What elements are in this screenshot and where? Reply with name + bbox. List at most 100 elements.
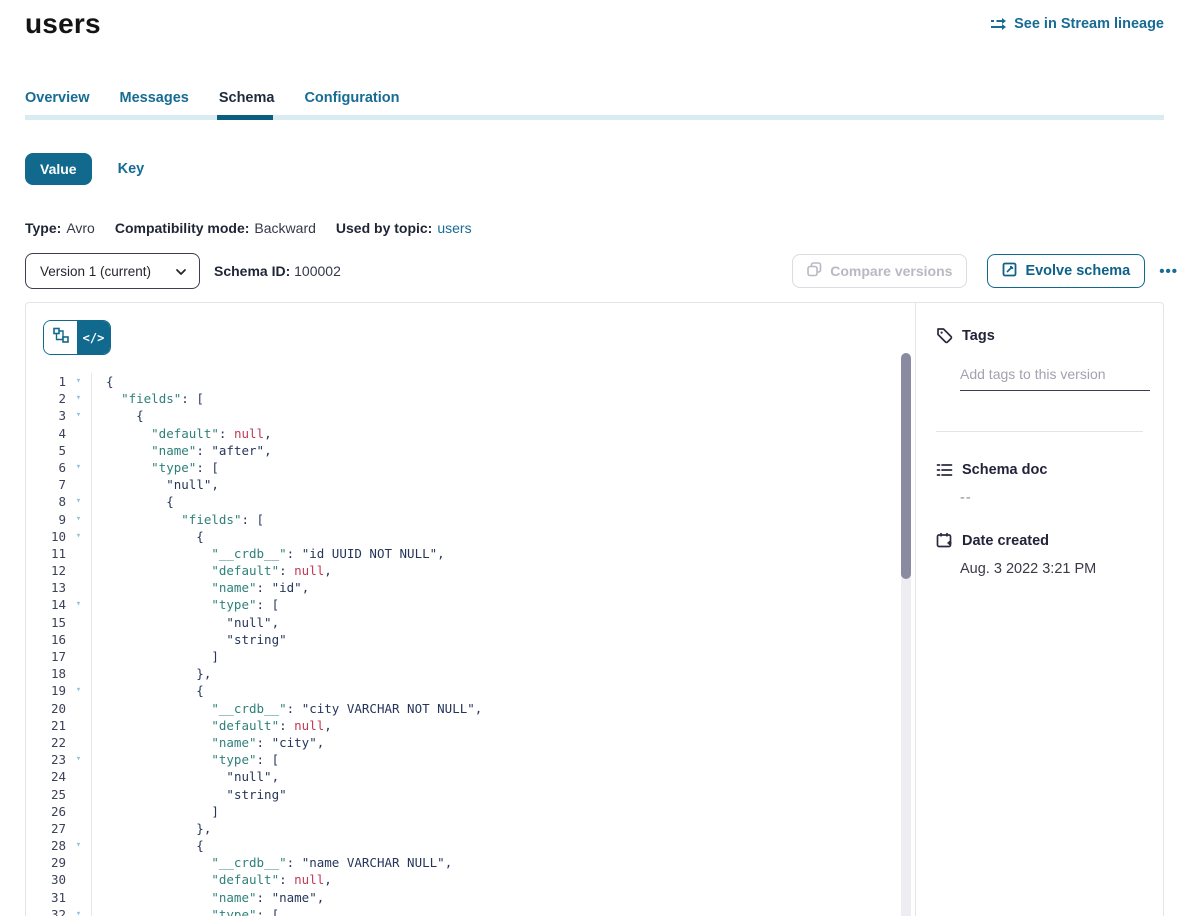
tab-schema[interactable]: Schema <box>219 90 275 116</box>
code-text[interactable]: "default": null, <box>92 562 332 579</box>
edit-icon <box>1002 262 1017 281</box>
code-text[interactable]: }, <box>92 820 211 837</box>
code-text[interactable]: "name": "after", <box>92 442 272 459</box>
code-text[interactable]: ] <box>92 803 219 820</box>
code-text[interactable]: "null", <box>92 768 279 785</box>
line-number: 1 <box>26 373 66 390</box>
code-line: 15 "null", <box>26 614 886 631</box>
code-line: 8▾ { <box>26 493 886 510</box>
version-select[interactable]: Version 1 (current) <box>25 253 200 289</box>
line-number: 16 <box>26 631 66 648</box>
code-text[interactable]: "null", <box>92 614 279 631</box>
code-text[interactable]: }, <box>92 665 211 682</box>
code-text[interactable]: "__crdb__": "id UUID NOT NULL", <box>92 545 445 562</box>
line-number: 9 <box>26 511 66 528</box>
schema-page: users See in Stream lineage Overview Mess… <box>0 0 1189 916</box>
code-text[interactable]: "__crdb__": "name VARCHAR NULL", <box>92 854 452 871</box>
code-text[interactable]: { <box>92 528 204 545</box>
topic-link[interactable]: users <box>437 220 471 236</box>
line-number: 29 <box>26 854 66 871</box>
line-number: 20 <box>26 700 66 717</box>
code-text[interactable]: { <box>92 837 204 854</box>
code-text[interactable]: { <box>92 682 204 699</box>
fold-toggle-icon[interactable]: ▾ <box>66 390 91 407</box>
fold-toggle-icon[interactable]: ▾ <box>66 596 91 613</box>
code-text[interactable]: "default": null, <box>92 717 332 734</box>
line-number: 19 <box>26 682 66 699</box>
fold-toggle-icon[interactable]: ▾ <box>66 906 91 916</box>
fold-toggle-icon[interactable]: ▾ <box>66 837 91 854</box>
tab-messages[interactable]: Messages <box>120 90 189 116</box>
code-text[interactable]: "string" <box>92 786 287 803</box>
code-view-button[interactable]: </> <box>77 321 110 354</box>
editor-view-toggle: </> <box>43 320 111 355</box>
tab-bar: Overview Messages Schema Configuration <box>25 90 400 116</box>
add-tags-input[interactable] <box>960 366 1150 391</box>
code-line: 30 "default": null, <box>26 871 886 888</box>
code-text[interactable]: ] <box>92 648 219 665</box>
code-text[interactable]: { <box>92 407 144 424</box>
code-line: 10▾ { <box>26 528 886 545</box>
list-icon <box>936 462 953 478</box>
fold-toggle-icon[interactable]: ▾ <box>66 493 91 510</box>
schema-meta-row: Type:Avro Compatibility mode:Backward Us… <box>25 220 472 236</box>
fold-toggle-icon[interactable]: ▾ <box>66 459 91 476</box>
chevron-down-icon <box>175 266 187 278</box>
schema-panel: </> 1▾{2▾ "fields": [3▾ {4 "default": nu… <box>25 302 1164 916</box>
code-text[interactable]: "__crdb__": "city VARCHAR NOT NULL", <box>92 700 482 717</box>
tab-overview[interactable]: Overview <box>25 90 90 116</box>
more-actions-button[interactable]: ••• <box>1159 263 1178 280</box>
code-text[interactable]: { <box>92 493 174 510</box>
line-number: 4 <box>26 425 66 442</box>
code-text[interactable]: "type": [ <box>92 906 279 916</box>
code-text[interactable]: "fields": [ <box>92 390 204 407</box>
code-text[interactable]: "fields": [ <box>92 511 264 528</box>
code-lines[interactable]: 1▾{2▾ "fields": [3▾ {4 "default": null,5… <box>26 373 886 916</box>
evolve-schema-button[interactable]: Evolve schema <box>987 254 1145 288</box>
line-number: 14 <box>26 596 66 613</box>
code-text[interactable]: "name": "name", <box>92 889 324 906</box>
line-number: 5 <box>26 442 66 459</box>
value-toggle-button[interactable]: Value <box>25 153 92 185</box>
editor-scrollbar[interactable] <box>901 353 911 916</box>
line-number: 23 <box>26 751 66 768</box>
fold-toggle-icon[interactable]: ▾ <box>66 682 91 699</box>
scrollbar-thumb[interactable] <box>901 353 911 579</box>
code-text[interactable]: { <box>92 373 114 390</box>
fold-toggle-icon[interactable]: ▾ <box>66 511 91 528</box>
key-toggle-link[interactable]: Key <box>118 161 145 177</box>
compare-versions-button[interactable]: Compare versions <box>792 254 967 288</box>
code-line: 1▾{ <box>26 373 886 390</box>
line-number: 25 <box>26 786 66 803</box>
line-number: 2 <box>26 390 66 407</box>
fold-toggle-icon[interactable]: ▾ <box>66 407 91 424</box>
line-number: 17 <box>26 648 66 665</box>
code-text[interactable]: "default": null, <box>92 871 332 888</box>
code-line: 19▾ { <box>26 682 886 699</box>
fold-toggle-icon[interactable]: ▾ <box>66 528 91 545</box>
page-title: users <box>25 8 101 40</box>
code-text[interactable]: "type": [ <box>92 596 279 613</box>
code-line: 18 }, <box>26 665 886 682</box>
code-text[interactable]: "type": [ <box>92 751 279 768</box>
fold-toggle-icon[interactable]: ▾ <box>66 751 91 768</box>
tab-configuration[interactable]: Configuration <box>304 90 399 116</box>
code-line: 27 }, <box>26 820 886 837</box>
code-line: 29 "__crdb__": "name VARCHAR NULL", <box>26 854 886 871</box>
code-text[interactable]: "string" <box>92 631 287 648</box>
code-text[interactable]: "name": "city", <box>92 734 324 751</box>
line-number: 31 <box>26 889 66 906</box>
tag-icon <box>936 327 953 344</box>
tags-section-title: Tags <box>936 327 1149 344</box>
code-line: 31 "name": "name", <box>26 889 886 906</box>
fold-toggle-icon[interactable]: ▾ <box>66 373 91 390</box>
active-tab-underline <box>217 115 273 120</box>
code-text[interactable]: "type": [ <box>92 459 219 476</box>
line-number: 32 <box>26 906 66 916</box>
tree-view-button[interactable] <box>44 321 77 354</box>
code-text[interactable]: "name": "id", <box>92 579 309 596</box>
tab-strip <box>25 115 1164 120</box>
code-text[interactable]: "default": null, <box>92 425 272 442</box>
see-in-stream-lineage-link[interactable]: See in Stream lineage <box>990 16 1164 32</box>
code-text[interactable]: "null", <box>92 476 219 493</box>
